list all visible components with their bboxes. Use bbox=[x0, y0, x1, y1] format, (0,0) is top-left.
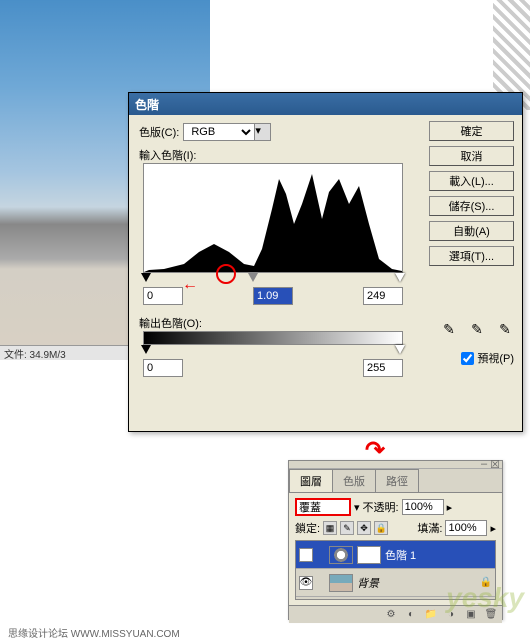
layer-thumb[interactable] bbox=[329, 574, 353, 592]
cancel-button[interactable]: 取消 bbox=[429, 146, 514, 166]
output-levels-label: 輸出色階(O): bbox=[139, 318, 202, 330]
fill-flyout-icon[interactable]: ▸ bbox=[490, 522, 496, 535]
input-white-field[interactable] bbox=[363, 287, 403, 305]
lock-paint-icon[interactable]: ✎ bbox=[340, 521, 354, 535]
load-button[interactable]: 載入(L)... bbox=[429, 171, 514, 191]
fill-field[interactable]: 100% bbox=[445, 520, 487, 536]
input-levels-label: 輸入色階(I): bbox=[139, 150, 196, 162]
output-white-slider[interactable] bbox=[395, 345, 405, 354]
annotation-circle bbox=[216, 264, 236, 284]
output-gradient bbox=[143, 331, 403, 345]
blend-dropdown-icon[interactable]: ▾ bbox=[354, 501, 360, 514]
output-black-slider[interactable] bbox=[141, 345, 151, 354]
layer-style-icon[interactable]: ⚙ bbox=[384, 608, 398, 622]
preview-label: 預視(P) bbox=[477, 350, 514, 366]
dialog-title: 色階 bbox=[129, 93, 522, 115]
opacity-label: 不透明: bbox=[363, 499, 399, 515]
lock-position-icon[interactable]: ✥ bbox=[357, 521, 371, 535]
visibility-icon[interactable]: 👁 bbox=[299, 548, 313, 562]
fill-label: 填滿: bbox=[417, 520, 442, 536]
ok-button[interactable]: 確定 bbox=[429, 121, 514, 141]
black-point-slider[interactable] bbox=[141, 273, 151, 282]
opacity-field[interactable]: 100% bbox=[402, 499, 444, 515]
opacity-flyout-icon[interactable]: ▸ bbox=[447, 501, 453, 514]
channel-dropdown-btn[interactable]: ▾ bbox=[255, 123, 271, 141]
panel-grip[interactable]: – ☒ bbox=[289, 461, 502, 469]
eyedropper-gray-icon[interactable]: ✎ bbox=[468, 320, 486, 338]
minimize-icon[interactable]: – bbox=[481, 458, 487, 471]
mask-thumb[interactable] bbox=[357, 546, 381, 564]
output-black-field[interactable] bbox=[143, 359, 183, 377]
tab-channels[interactable]: 色版 bbox=[332, 469, 376, 492]
eyedropper-white-icon[interactable]: ✎ bbox=[496, 320, 514, 338]
lock-all-icon[interactable]: 🔒 bbox=[374, 521, 388, 535]
blend-mode-select[interactable]: 覆蓋 bbox=[295, 498, 351, 516]
input-gamma-field[interactable] bbox=[253, 287, 293, 305]
options-button[interactable]: 選項(T)... bbox=[429, 246, 514, 266]
histogram bbox=[143, 163, 403, 273]
lock-transparency-icon[interactable]: ▦ bbox=[323, 521, 337, 535]
channel-select[interactable]: RGB bbox=[183, 123, 255, 141]
output-slider-track[interactable] bbox=[143, 345, 403, 357]
histogram-svg bbox=[144, 164, 402, 272]
annotation-arrow-left: ← bbox=[182, 276, 198, 294]
tab-paths[interactable]: 路徑 bbox=[375, 469, 419, 492]
auto-button[interactable]: 自動(A) bbox=[429, 221, 514, 241]
lock-label: 鎖定: bbox=[295, 520, 320, 536]
footer-text: 思缘设计论坛 WWW.MISSYUAN.COM bbox=[8, 625, 180, 640]
close-panel-icon[interactable]: ☒ bbox=[490, 458, 500, 471]
output-white-field[interactable] bbox=[363, 359, 403, 377]
eyedropper-black-icon[interactable]: ✎ bbox=[440, 320, 458, 338]
gamma-slider[interactable] bbox=[248, 273, 258, 282]
input-black-field[interactable] bbox=[143, 287, 183, 305]
preview-checkbox[interactable] bbox=[461, 352, 474, 365]
levels-dialog: 色階 色版(C): RGB ▾ 輸入色階(I): 輸出色階(O): bbox=[128, 92, 523, 432]
file-info: 文件: 34.9M/3 bbox=[4, 346, 66, 361]
save-button[interactable]: 儲存(S)... bbox=[429, 196, 514, 216]
layer-mask-icon[interactable]: ◐ bbox=[404, 608, 418, 622]
channel-label: 色版(C): bbox=[139, 124, 179, 140]
layer-row[interactable]: 👁 色階 1 bbox=[296, 541, 495, 569]
adjustment-thumb[interactable] bbox=[329, 546, 353, 564]
watermark: yesky bbox=[446, 582, 524, 614]
new-group-icon[interactable]: 📁 bbox=[424, 608, 438, 622]
visibility-icon[interactable]: 👁 bbox=[299, 576, 313, 590]
layer-name: 色階 1 bbox=[385, 547, 416, 563]
layer-name: 背景 bbox=[357, 575, 379, 591]
tab-layers[interactable]: 圖層 bbox=[289, 469, 333, 492]
white-point-slider[interactable] bbox=[395, 273, 405, 282]
